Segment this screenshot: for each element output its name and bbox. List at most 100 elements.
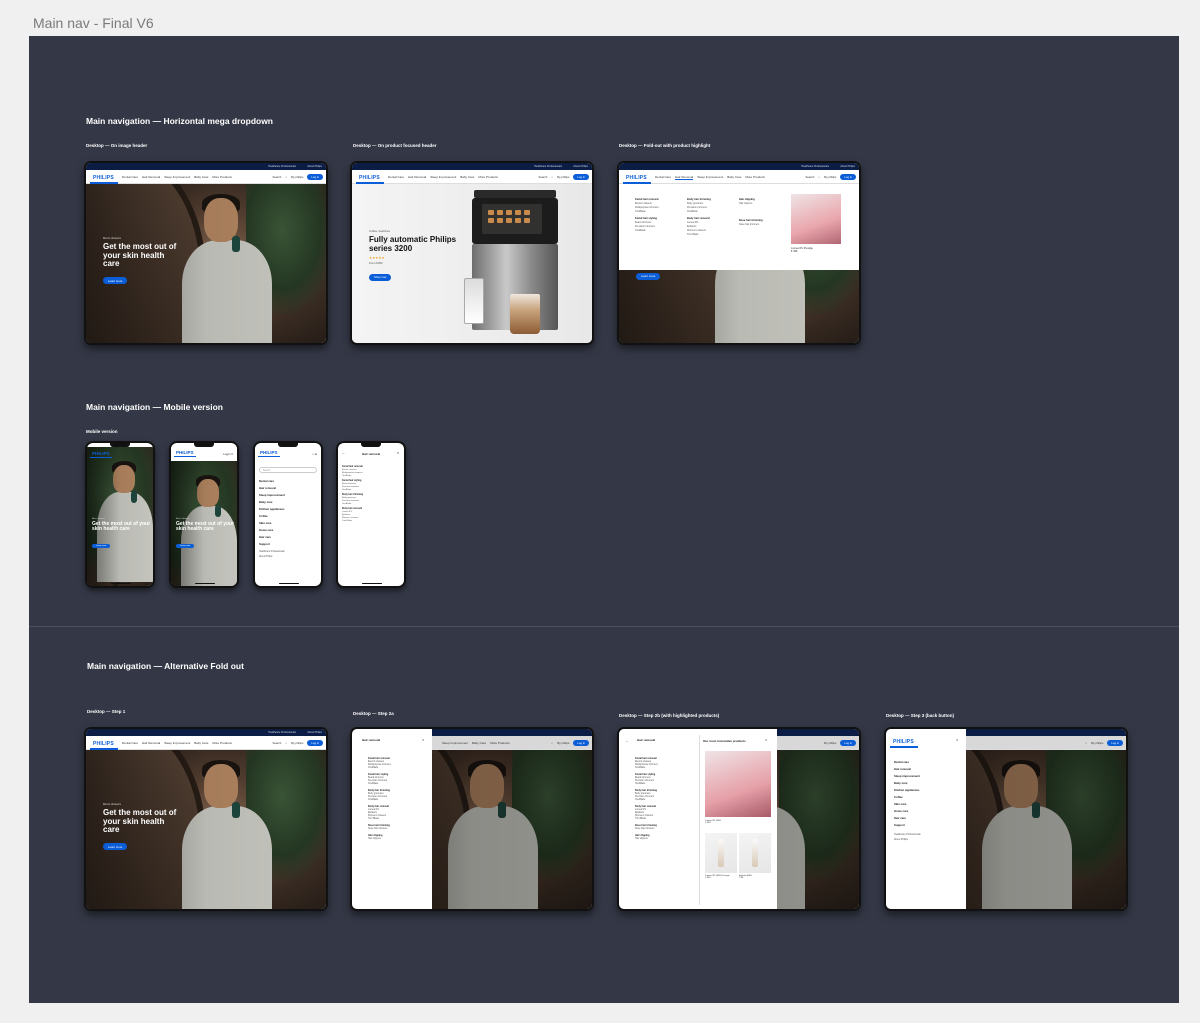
account-link[interactable]: My philips <box>1091 741 1103 745</box>
menu-group[interactable]: Facial hair removal <box>635 757 658 760</box>
menu-link[interactable]: Precision trimmers <box>368 780 391 782</box>
product-image[interactable] <box>739 833 771 873</box>
philips-logo[interactable]: PHILIPS <box>90 171 118 184</box>
nav-item[interactable]: More Products <box>478 175 498 179</box>
menu-group[interactable]: Hair clipping <box>739 198 763 201</box>
philips-logo[interactable]: PHILIPS <box>890 735 918 748</box>
hero-cta-button[interactable]: Learn more <box>176 543 195 548</box>
menu-link[interactable]: OneBlade <box>635 783 658 785</box>
product-caption[interactable]: Epilator 8000 € 89 <box>739 875 752 879</box>
account-link[interactable]: My philips <box>824 741 836 745</box>
menu-link[interactable]: Multipurpose trimmers <box>635 764 658 766</box>
search-icon[interactable]: ⌕ <box>551 741 553 745</box>
menu-item[interactable]: Sleep improvement <box>259 493 317 497</box>
menu-link[interactable]: Nose hair trimmers <box>368 828 391 830</box>
top-link[interactable]: About Philips <box>573 165 588 168</box>
menu-item[interactable]: Hair care <box>259 535 317 539</box>
login-button[interactable]: Log in <box>307 740 323 746</box>
menu-item[interactable]: Baby care <box>259 500 317 504</box>
menu-link[interactable]: Trim Blade <box>635 818 658 820</box>
menu-group[interactable]: Facial hair styling <box>635 773 658 776</box>
menu-link[interactable]: Multipurpose trimmers <box>635 206 659 209</box>
menu-link[interactable]: OneBlade <box>368 767 391 769</box>
menu-link[interactable]: Women's shavers <box>687 229 711 232</box>
menu-group[interactable]: Body hair trimming <box>368 789 391 792</box>
menu-group[interactable]: Facial hair styling <box>368 773 391 776</box>
menu-group[interactable]: Hair clipping <box>368 834 391 837</box>
menu-link[interactable]: Lumea IPL <box>687 221 711 224</box>
nav-item[interactable]: Baby Care <box>727 175 741 180</box>
philips-logo[interactable]: PHILIPS <box>258 450 280 457</box>
menu-item[interactable]: Kitchen appliances <box>259 507 317 511</box>
menu-group[interactable]: Body hair removal <box>687 217 711 220</box>
menu-link[interactable]: OneBlade <box>635 210 659 213</box>
secondary-link[interactable]: About Philips <box>259 556 317 558</box>
menu-link[interactable]: Hair clippers <box>739 202 763 205</box>
nav-item[interactable]: Baby Care <box>194 175 208 179</box>
search-icon[interactable]: ⌕ <box>551 175 553 179</box>
product-caption[interactable]: Lumea IPL 9000 € 499 <box>705 820 721 824</box>
menu-link[interactable]: Multipurpose trimmers <box>342 472 363 474</box>
account-link[interactable]: My philips <box>291 741 303 745</box>
login-button[interactable]: Log in <box>840 174 856 180</box>
login-button[interactable]: Log in <box>307 174 323 180</box>
nav-item[interactable]: Sleep Improvement <box>164 175 190 179</box>
highlight-product-image[interactable] <box>791 194 841 244</box>
account-link[interactable]: My philips <box>557 175 569 179</box>
mobile-search-input[interactable]: Search <box>259 467 317 473</box>
menu-link[interactable]: Lumea IPL <box>368 809 391 811</box>
shop-now-button[interactable]: Shop now <box>369 273 392 281</box>
menu-link[interactable]: Precision trimmers <box>342 486 363 488</box>
home-indicator[interactable] <box>111 583 131 584</box>
menu-group[interactable]: Hair clipping <box>635 834 658 837</box>
menu-item[interactable]: Hair removal <box>259 486 317 490</box>
menu-group[interactable]: Facial hair styling <box>342 480 363 482</box>
menu-link[interactable]: OneBlade <box>687 210 711 213</box>
home-indicator[interactable] <box>362 583 382 584</box>
menu-link[interactable]: Hair clippers <box>368 838 391 840</box>
nav-item[interactable]: Baby Care <box>460 175 474 179</box>
support-link[interactable]: Search <box>272 175 281 179</box>
secondary-link[interactable]: Healthcare Professionals <box>894 833 921 836</box>
close-icon[interactable]: × <box>422 737 424 742</box>
menu-link[interactable]: Precision trimmers <box>635 225 659 228</box>
menu-link[interactable]: OneBlade <box>635 767 658 769</box>
nav-item[interactable]: Sleep Improvement <box>442 741 468 745</box>
nav-item[interactable]: Dental Care <box>122 741 138 745</box>
top-link[interactable]: Healthcare Professionals <box>268 165 296 168</box>
menu-item[interactable]: Dental care <box>259 479 317 483</box>
close-icon[interactable]: × <box>397 451 399 455</box>
menu-link[interactable]: OneBlade <box>635 799 658 801</box>
menu-group[interactable]: Facial hair removal <box>635 198 659 201</box>
search-icon[interactable]: ⌕ <box>285 175 287 179</box>
menu-group[interactable]: Facial hair removal <box>368 757 391 760</box>
secondary-link[interactable]: About Philips <box>894 838 921 841</box>
menu-item[interactable]: Kitchen appliances <box>894 788 921 792</box>
support-link[interactable]: Search <box>805 175 814 179</box>
menu-item[interactable]: Support <box>894 823 921 827</box>
close-icon[interactable]: × <box>956 737 958 742</box>
nav-item[interactable]: Dental Care <box>388 175 404 179</box>
menu-item[interactable]: Coffee <box>894 795 921 799</box>
menu-link[interactable]: Multipurpose trimmers <box>368 764 391 766</box>
nav-item[interactable]: More Products <box>490 741 510 745</box>
menu-item[interactable]: Dental care <box>894 760 921 764</box>
menu-group[interactable]: Facial hair styling <box>635 217 659 220</box>
menu-item[interactable]: Support <box>259 542 317 546</box>
menu-link[interactable]: Body groomers <box>342 497 363 499</box>
menu-link[interactable]: OneBlade <box>635 229 659 232</box>
search-icon[interactable]: ⌕ <box>285 741 287 745</box>
login-button[interactable]: Log in <box>840 740 856 746</box>
nav-item[interactable]: Sleep Improvement <box>164 741 190 745</box>
nav-item[interactable]: More Products <box>745 175 765 180</box>
login-button[interactable]: Log in <box>1107 740 1123 746</box>
menu-link[interactable]: Epilators <box>342 514 363 516</box>
product-image[interactable] <box>705 751 771 817</box>
home-indicator[interactable] <box>195 583 215 584</box>
top-link[interactable]: Healthcare Professionals <box>534 165 562 168</box>
menu-group[interactable]: Nose hair trimming <box>739 219 763 222</box>
menu-group[interactable]: Body hair trimming <box>635 789 658 792</box>
menu-link[interactable]: Beard trimmers <box>635 777 658 779</box>
menu-group[interactable]: Body hair removal <box>368 805 391 808</box>
nav-item[interactable]: More Products <box>212 741 232 745</box>
